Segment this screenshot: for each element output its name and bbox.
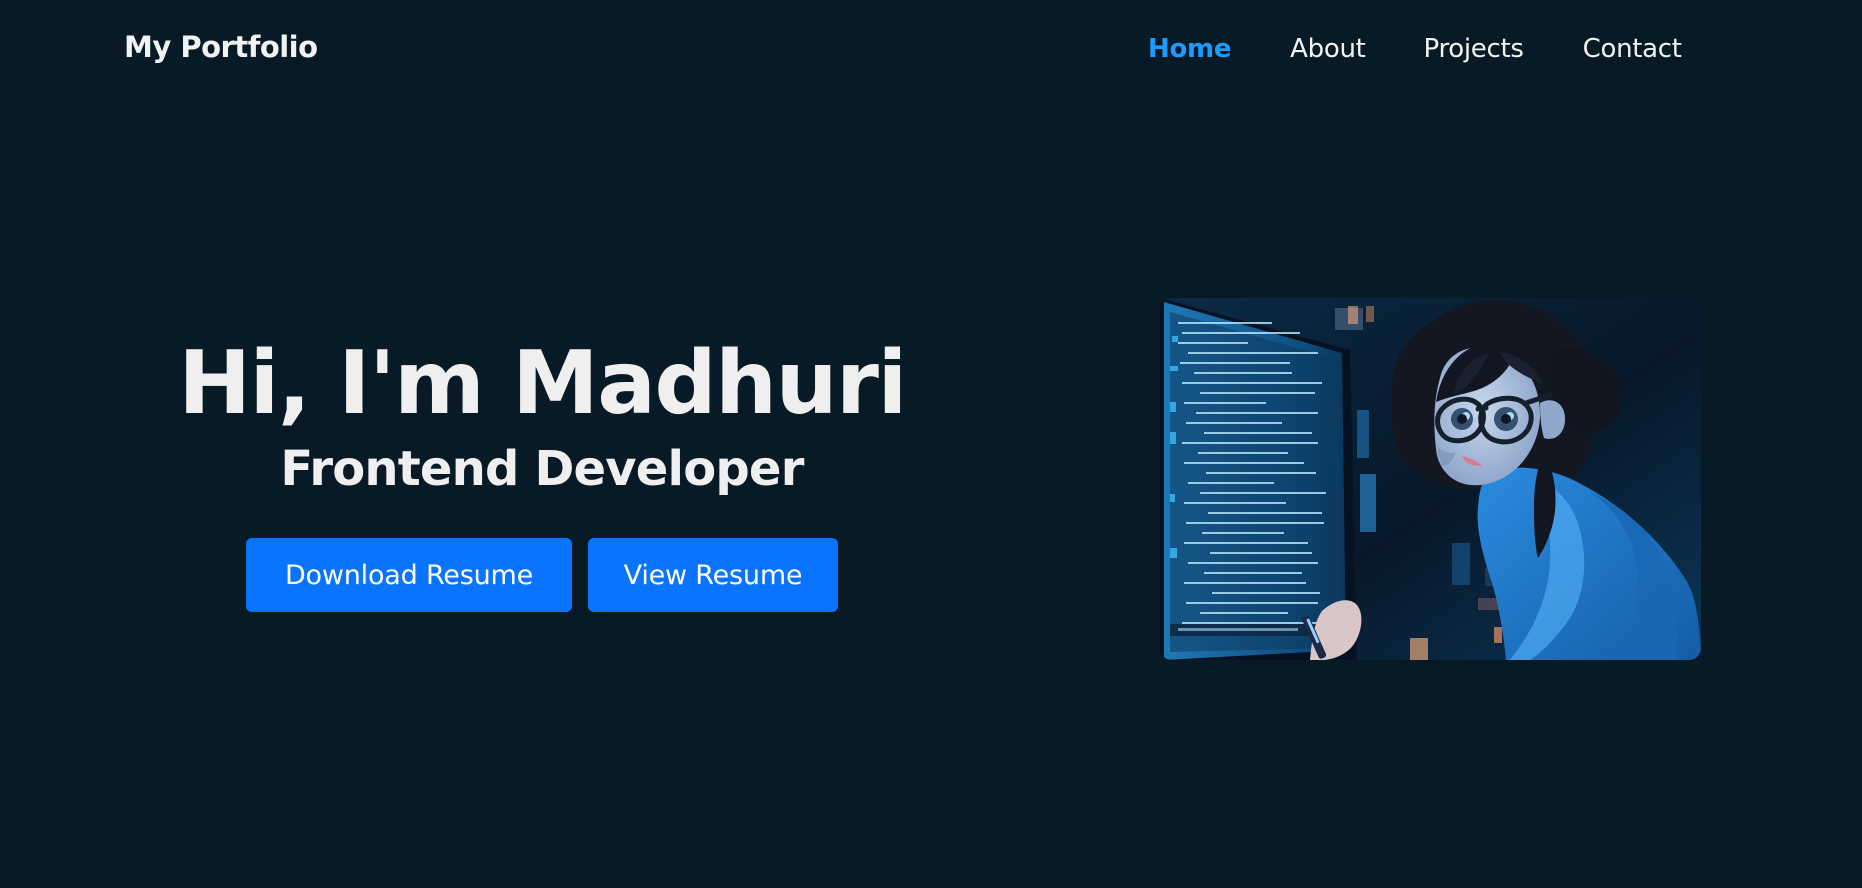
main-nav: Home About Projects Contact <box>1148 31 1682 67</box>
download-resume-button[interactable]: Download Resume <box>246 538 572 612</box>
hero-buttons: Download Resume View Resume <box>150 538 934 612</box>
nav-link-home[interactable]: Home <box>1148 31 1231 67</box>
brand-logo[interactable]: My Portfolio <box>124 30 318 64</box>
nav-link-contact[interactable]: Contact <box>1583 31 1682 67</box>
hero-text: Hi, I'm Madhuri Frontend Developer Downl… <box>150 330 934 612</box>
navbar: My Portfolio Home About Projects Contact <box>0 0 1862 98</box>
developer-illustration <box>1160 298 1701 660</box>
hero-subtitle: Frontend Developer <box>280 441 804 497</box>
nav-link-about[interactable]: About <box>1290 31 1366 67</box>
nav-link-projects[interactable]: Projects <box>1424 31 1524 67</box>
hero-title: Hi, I'm Madhuri <box>178 332 907 434</box>
girl-coding-at-monitor-icon <box>1160 298 1701 660</box>
view-resume-button[interactable]: View Resume <box>588 538 838 612</box>
